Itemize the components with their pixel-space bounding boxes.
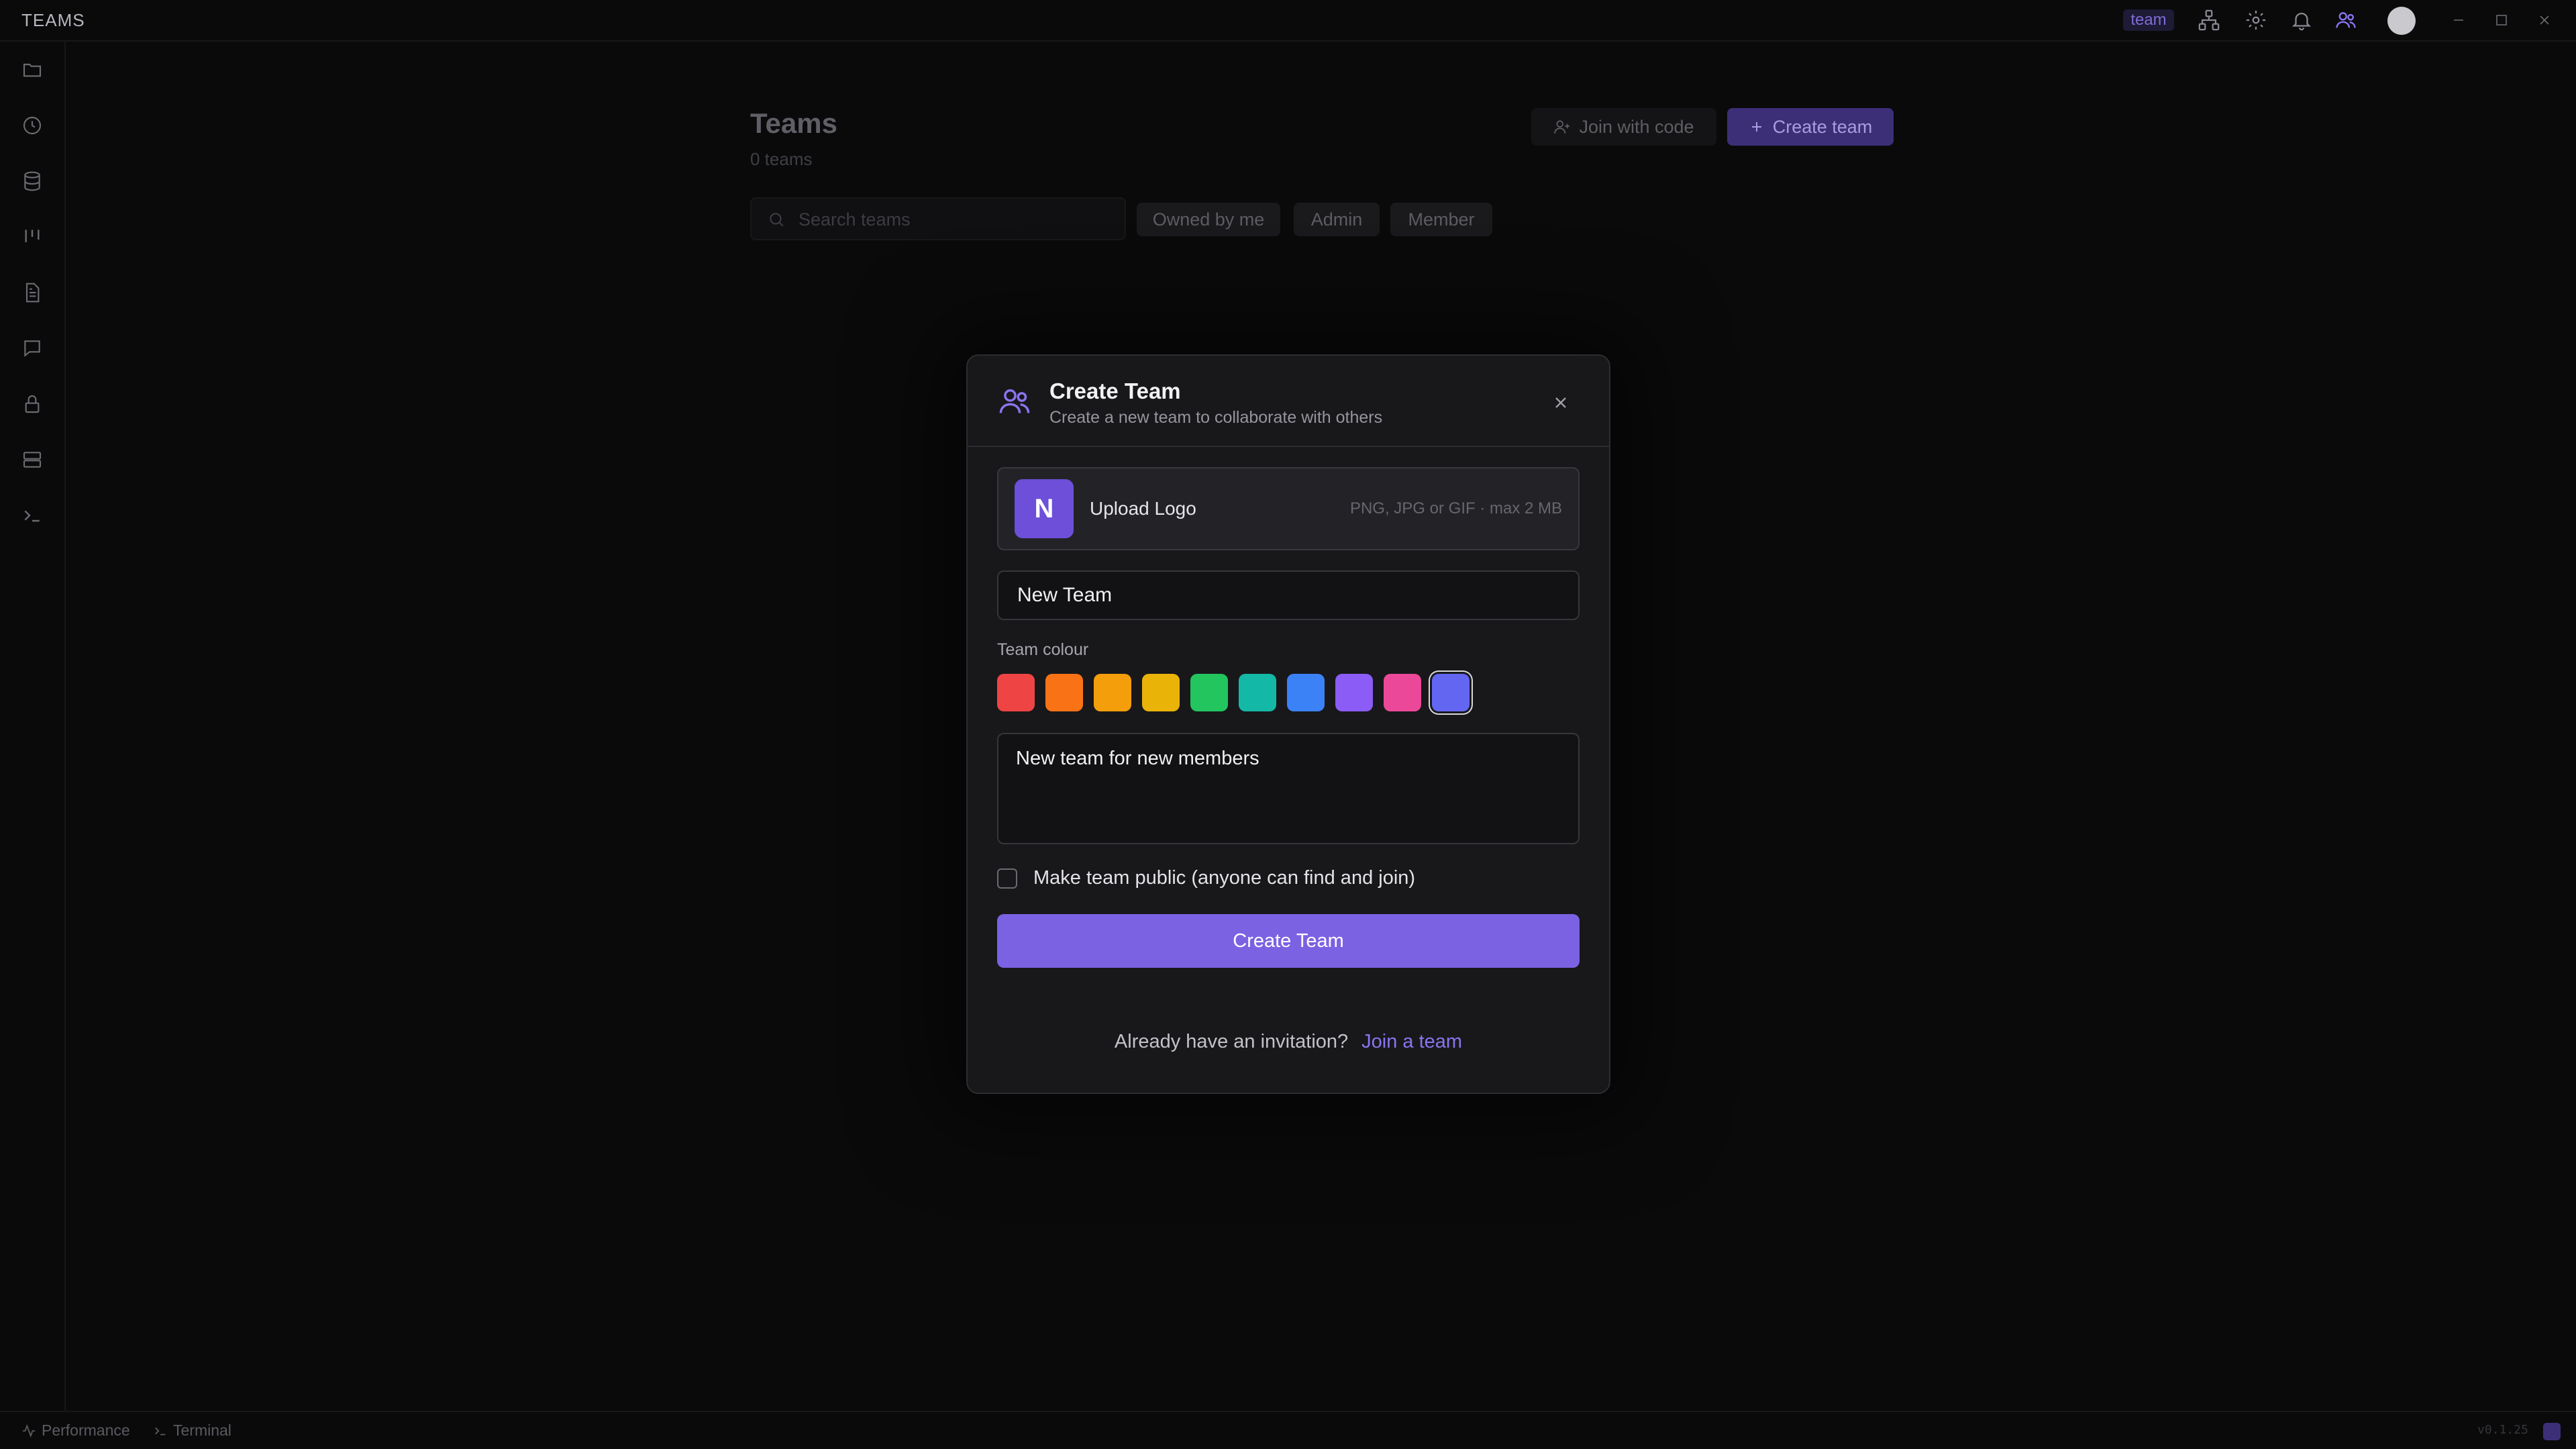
users-icon bbox=[999, 389, 1030, 413]
gear-icon[interactable] bbox=[2243, 7, 2269, 34]
upload-hint: PNG, JPG or GIF · max 2 MB bbox=[1349, 499, 1562, 517]
dialog-subtitle: Create a new team to collaborate with ot… bbox=[1049, 408, 1383, 427]
terminal-button[interactable]: Terminal bbox=[153, 1421, 231, 1440]
chat-icon[interactable] bbox=[19, 335, 46, 362]
team-description-input[interactable]: New team for new members bbox=[997, 733, 1580, 844]
invitation-text: Already have an invitation? bbox=[1114, 1031, 1349, 1052]
terminal-icon bbox=[155, 1427, 166, 1435]
clock-icon[interactable] bbox=[19, 112, 46, 139]
users-icon[interactable] bbox=[2332, 7, 2359, 34]
document-icon[interactable] bbox=[19, 279, 46, 306]
server-icon[interactable] bbox=[19, 446, 46, 473]
folder-icon[interactable] bbox=[19, 56, 46, 83]
team-name-input[interactable] bbox=[997, 570, 1580, 620]
page-title: Teams bbox=[750, 107, 837, 139]
version-label: v0.1.25 bbox=[2477, 1423, 2528, 1437]
make-public-row: Make team public (anyone can find and jo… bbox=[997, 867, 1415, 889]
bell-icon[interactable] bbox=[2288, 7, 2315, 34]
colour-swatches bbox=[997, 674, 1470, 711]
title-bar: TEAMS team bbox=[0, 0, 2576, 42]
workspace-badge[interactable]: team bbox=[2123, 9, 2174, 31]
make-public-label: Make team public (anyone can find and jo… bbox=[1033, 867, 1416, 889]
join-with-code-button[interactable]: Join with code bbox=[1531, 108, 1716, 146]
join-with-code-label: Join with code bbox=[1579, 116, 1694, 137]
create-team-submit-button[interactable]: Create Team bbox=[997, 914, 1580, 968]
team-logo-preview: N bbox=[1015, 479, 1074, 538]
search-icon bbox=[770, 213, 784, 227]
search-input[interactable]: Search teams bbox=[750, 197, 1126, 240]
close-icon bbox=[1555, 397, 1566, 408]
colour-swatch-pink[interactable] bbox=[1384, 674, 1421, 711]
invitation-row: Already have an invitation? Join a team bbox=[968, 1031, 1609, 1053]
terminal-icon[interactable] bbox=[19, 502, 46, 529]
lock-icon[interactable] bbox=[19, 391, 46, 417]
colour-swatch-green[interactable] bbox=[1190, 674, 1228, 711]
performance-button[interactable]: Performance bbox=[21, 1421, 130, 1440]
minimize-icon[interactable] bbox=[2446, 8, 2471, 32]
create-team-dialog: Create Team Create a new team to collabo… bbox=[966, 354, 1610, 1094]
make-public-checkbox[interactable] bbox=[997, 868, 1017, 889]
database-icon[interactable] bbox=[19, 168, 46, 195]
network-icon[interactable] bbox=[2196, 7, 2222, 34]
filter-admin[interactable]: Admin bbox=[1294, 203, 1380, 236]
close-dialog-button[interactable] bbox=[1549, 391, 1573, 415]
colour-swatch-red[interactable] bbox=[997, 674, 1035, 711]
filter-owned-by-me[interactable]: Owned by me bbox=[1137, 203, 1280, 236]
team-count: 0 teams bbox=[750, 149, 813, 169]
dialog-title: Create Team bbox=[1049, 379, 1181, 403]
terminal-label: Terminal bbox=[173, 1421, 231, 1439]
colour-swatch-indigo[interactable] bbox=[1432, 674, 1470, 711]
create-team-label: Create team bbox=[1772, 116, 1873, 137]
avatar[interactable] bbox=[2387, 7, 2416, 35]
filter-member[interactable]: Member bbox=[1390, 203, 1492, 236]
status-bar: Performance Terminal v0.1.25 bbox=[0, 1411, 2576, 1449]
colour-swatch-orange[interactable] bbox=[1045, 674, 1083, 711]
colour-swatch-yellow[interactable] bbox=[1142, 674, 1180, 711]
performance-label: Performance bbox=[42, 1421, 130, 1439]
upload-logo-label: Upload Logo bbox=[1090, 498, 1196, 519]
join-a-team-link[interactable]: Join a team bbox=[1361, 1031, 1462, 1053]
upload-logo-area[interactable]: N Upload Logo PNG, JPG or GIF · max 2 MB bbox=[997, 467, 1580, 550]
maximize-icon[interactable] bbox=[2489, 8, 2514, 32]
colour-swatch-violet[interactable] bbox=[1335, 674, 1373, 711]
activity-icon bbox=[22, 1423, 36, 1438]
app-logo-icon bbox=[2543, 1423, 2561, 1440]
user-plus-icon bbox=[1554, 120, 1570, 134]
app-title: TEAMS bbox=[21, 10, 85, 30]
colour-swatch-amber[interactable] bbox=[1094, 674, 1131, 711]
create-team-button[interactable]: Create team bbox=[1727, 108, 1894, 146]
dialog-header: Create Team Create a new team to collabo… bbox=[968, 356, 1609, 447]
plus-icon bbox=[1751, 122, 1761, 132]
team-colour-label: Team colour bbox=[997, 640, 1089, 659]
colour-swatch-teal[interactable] bbox=[1239, 674, 1276, 711]
search-placeholder: Search teams bbox=[798, 209, 911, 230]
kanban-icon[interactable] bbox=[19, 223, 46, 250]
sidebar bbox=[0, 42, 66, 1411]
close-icon[interactable] bbox=[2532, 8, 2557, 32]
colour-swatch-blue[interactable] bbox=[1287, 674, 1325, 711]
